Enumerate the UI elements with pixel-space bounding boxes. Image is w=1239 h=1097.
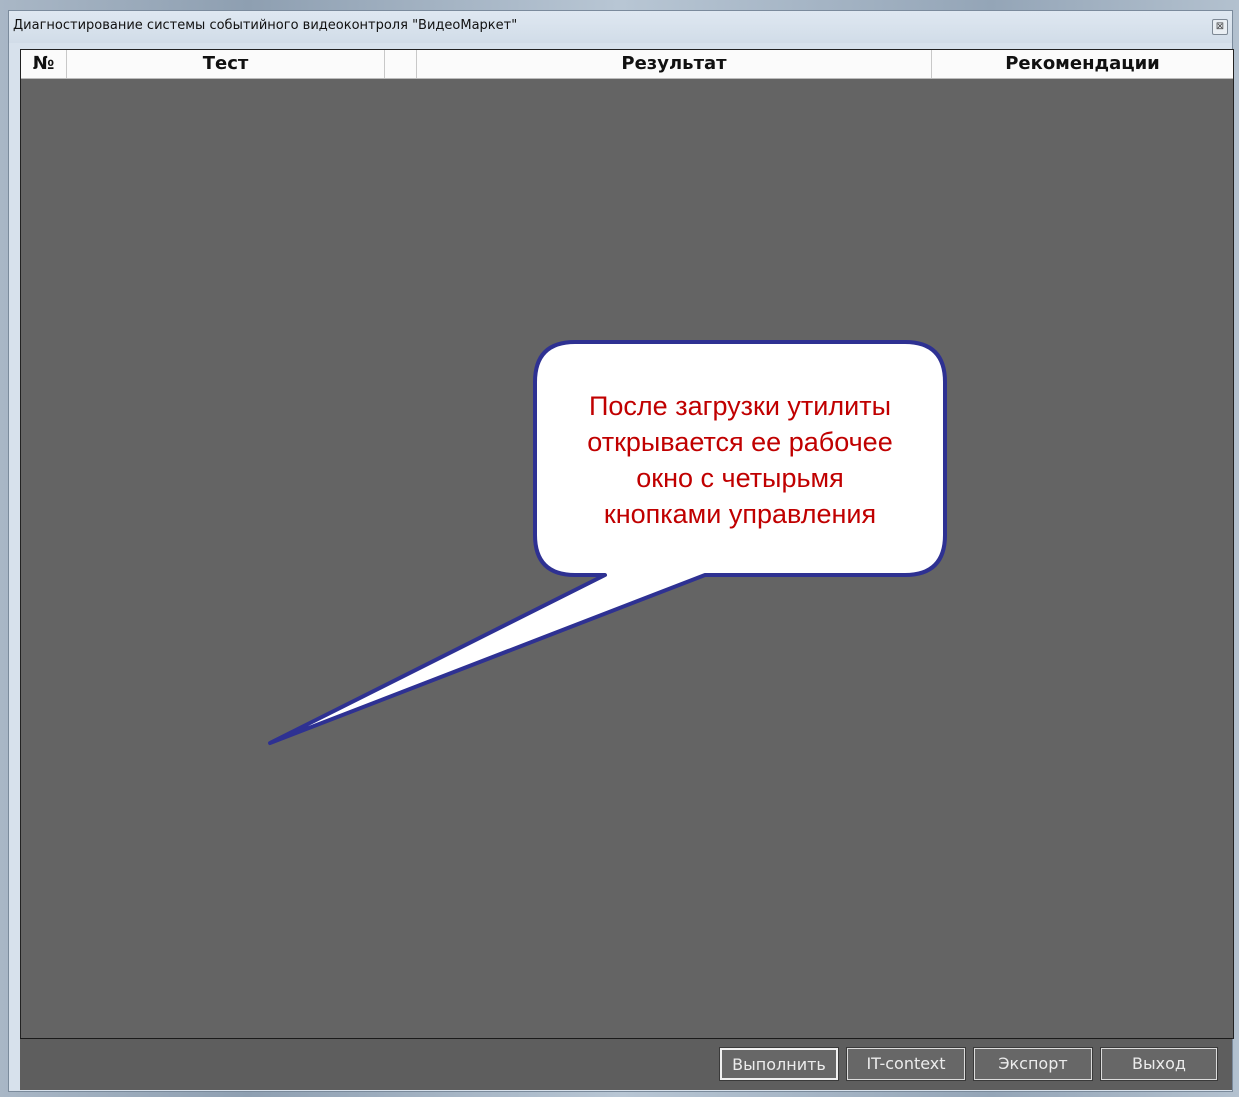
callout-text: После загрузки утилиты открывается ее ра… — [545, 388, 935, 532]
title-bar[interactable]: Диагностирование системы событийного вид… — [9, 11, 1232, 43]
callout-line: кнопками управления — [603, 499, 877, 529]
button-bar: Выполнить IT-context Экспорт Выход — [20, 1038, 1232, 1090]
callout-line: После загрузки утилиты — [589, 391, 891, 421]
run-button[interactable]: Выполнить — [719, 1047, 839, 1081]
results-table: № Тест Результат Рекомендации — [20, 49, 1234, 1039]
close-icon[interactable]: ⊠ — [1212, 19, 1228, 35]
column-header-test[interactable]: Тест — [67, 50, 385, 78]
column-header-recommendations[interactable]: Рекомендации — [932, 50, 1233, 78]
callout-line: окно с четырьмя — [636, 463, 844, 493]
callout-line: открывается ее рабочее — [587, 427, 893, 457]
column-header-number[interactable]: № — [21, 50, 67, 78]
column-header-result[interactable]: Результат — [417, 50, 932, 78]
export-button[interactable]: Экспорт — [973, 1047, 1093, 1081]
table-header: № Тест Результат Рекомендации — [21, 50, 1233, 79]
app-window: Диагностирование системы событийного вид… — [8, 10, 1234, 1092]
column-header-blank[interactable] — [385, 50, 417, 78]
it-context-button[interactable]: IT-context — [846, 1047, 966, 1081]
exit-button[interactable]: Выход — [1100, 1047, 1218, 1081]
window-title: Диагностирование системы событийного вид… — [13, 18, 518, 33]
